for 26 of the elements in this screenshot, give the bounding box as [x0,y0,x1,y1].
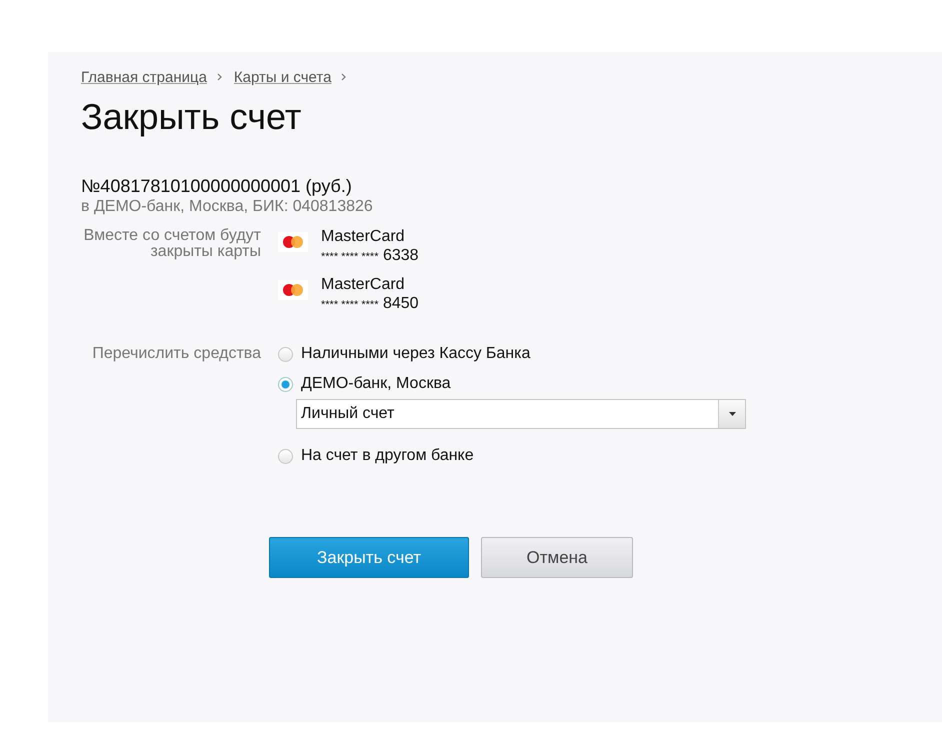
radio-option[interactable]: Наличными через Кассу Банка [278,339,746,369]
breadcrumb-link[interactable]: Карты и счета [234,68,332,86]
account-dropdown[interactable]: Личный счет [296,399,746,429]
page-title: Закрыть счет [81,95,302,139]
radio-option[interactable]: На счет в другом банке [278,441,746,471]
card-logo-icon [278,232,308,252]
card-mask: **** **** **** [321,251,378,263]
field-label: Вместе со счетом будут закрыты карты [82,228,261,262]
card-last-digits: 8450 [382,295,419,312]
account-number: №40817810100000000001 (руб.) [81,175,353,197]
radio-option[interactable]: ДЕМО-банк, Москва [278,369,746,399]
card-mask: **** **** **** [321,299,378,311]
cancel-button[interactable]: Отмена [481,537,633,578]
chevron-icon [216,73,222,81]
card-logo-icon [278,280,308,300]
breadcrumb-link[interactable]: Главная страница [81,68,207,86]
card-last-digits: 6338 [382,247,419,264]
account-details: в ДЕМО-банк, Москва, БИК: 040813826 [81,197,374,217]
card-brand: MasterCard [321,228,406,246]
card-brand: MasterCard [321,276,406,294]
radio-button[interactable] [278,376,293,392]
chevron-icon [341,73,346,81]
radio-button[interactable] [278,346,293,362]
field-label: Перечислить средства [91,344,261,364]
caret-icon [728,412,736,416]
radio-button[interactable] [278,448,293,464]
